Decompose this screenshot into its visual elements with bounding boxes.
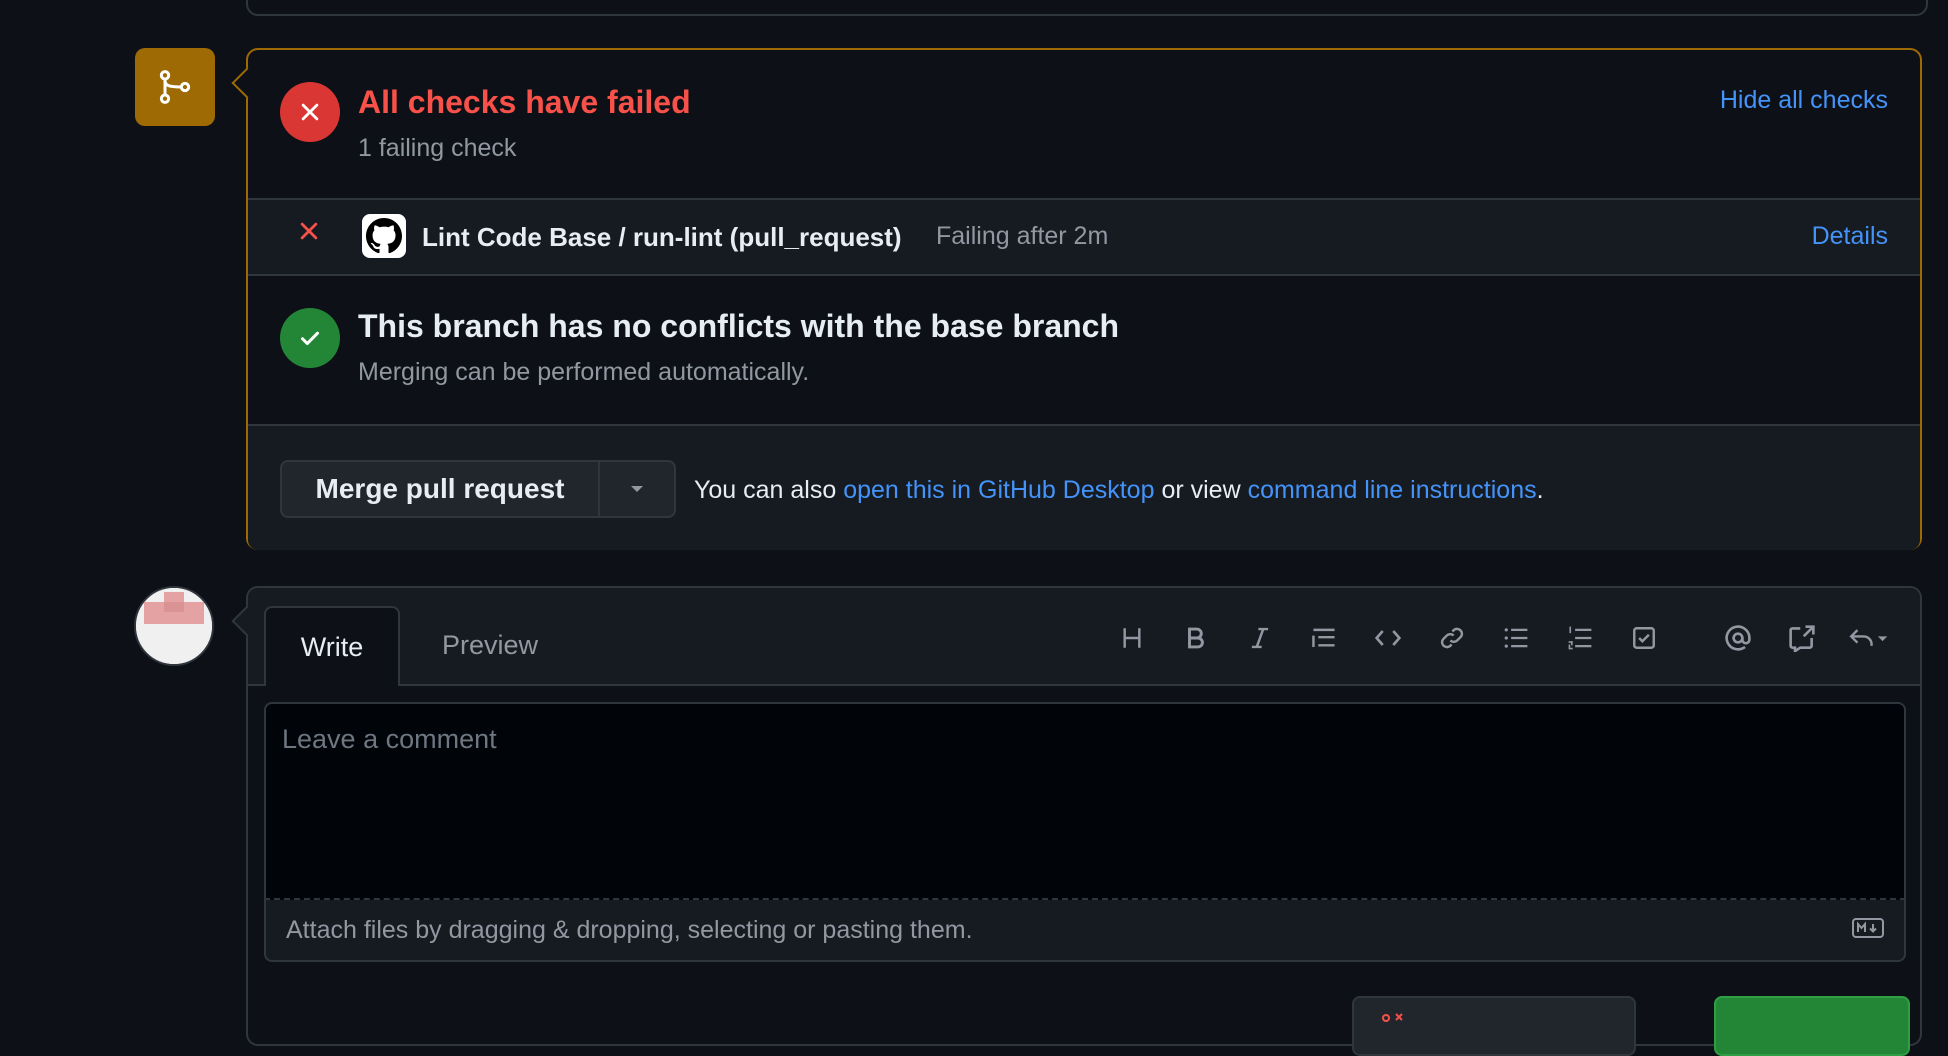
file-attachment-bar[interactable]: Attach files by dragging & dropping, sel… [264, 900, 1906, 962]
conflicts-section: This branch has no conflicts with the ba… [248, 276, 1920, 424]
italic-icon[interactable] [1228, 618, 1292, 658]
mention-icon[interactable] [1706, 618, 1770, 658]
merge-button-group: Merge pull request [280, 460, 676, 518]
check-row: Lint Code Base / run-lint (pull_request)… [248, 198, 1920, 276]
details-link[interactable]: Details [1812, 222, 1888, 251]
previous-timeline-box [246, 0, 1928, 16]
x-circle-icon [280, 82, 340, 142]
merge-box: All checks have failed 1 failing check H… [231, 48, 1922, 550]
comment-tabbar: Write Preview [248, 588, 1920, 686]
period-text: . [1536, 476, 1544, 504]
comment-box: Write Preview Leave a comment Attach fil… [231, 586, 1922, 1056]
unordered-list-icon[interactable] [1484, 618, 1548, 658]
check-circle-icon [280, 308, 340, 368]
pull-request-closed-icon [1382, 1013, 1403, 1022]
ordered-list-icon[interactable] [1548, 618, 1612, 658]
cross-reference-icon[interactable] [1770, 618, 1834, 658]
merge-pull-request-button[interactable]: Merge pull request [282, 462, 600, 516]
merge-actions: Merge pull request You can also open thi… [248, 424, 1920, 550]
checks-summary: All checks have failed 1 failing check H… [248, 50, 1920, 198]
github-actions-avatar [362, 214, 406, 258]
avatar[interactable] [134, 586, 214, 666]
check-status: Failing after 2m [936, 222, 1109, 250]
link-icon[interactable] [1420, 618, 1484, 658]
comment-textarea[interactable]: Leave a comment [264, 702, 1906, 900]
bold-icon[interactable] [1164, 618, 1228, 658]
x-icon [298, 220, 320, 247]
conflicts-subtitle: Merging can be performed automatically. [358, 358, 810, 386]
or-view-text: or view [1161, 476, 1241, 504]
checks-subtitle: 1 failing check [358, 134, 517, 162]
git-merge-icon [135, 48, 215, 126]
comment-button[interactable] [1714, 996, 1910, 1056]
command-line-instructions-link[interactable]: command line instructions [1248, 476, 1537, 504]
hide-all-checks-link[interactable]: Hide all checks [1720, 86, 1888, 115]
tab-preview[interactable]: Preview [420, 606, 560, 684]
saved-replies-icon[interactable] [1834, 618, 1906, 658]
also-prefix: You can also [694, 476, 837, 504]
attach-hint: Attach files by dragging & dropping, sel… [286, 916, 973, 944]
close-pull-request-button[interactable] [1352, 996, 1636, 1056]
code-icon[interactable] [1356, 618, 1420, 658]
quote-icon[interactable] [1292, 618, 1356, 658]
markdown-toolbar [1100, 618, 1906, 658]
markdown-icon[interactable] [1852, 918, 1884, 943]
heading-icon[interactable] [1100, 618, 1164, 658]
conflicts-title: This branch has no conflicts with the ba… [358, 308, 1120, 344]
merge-method-dropdown[interactable] [600, 462, 674, 516]
checks-title: All checks have failed [358, 84, 691, 120]
merge-alternatives-text: You can also open this in GitHub Desktop… [694, 476, 1544, 505]
github-desktop-link[interactable]: open this in GitHub Desktop [843, 476, 1154, 504]
task-list-icon[interactable] [1612, 618, 1676, 658]
check-name: Lint Code Base / run-lint (pull_request) [422, 222, 902, 252]
caret-down-icon [631, 486, 643, 492]
tab-write[interactable]: Write [264, 606, 400, 686]
